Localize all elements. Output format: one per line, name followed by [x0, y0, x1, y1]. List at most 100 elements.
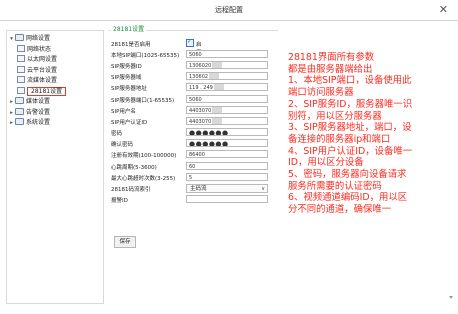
tree-item-label: 告警设置 [26, 108, 51, 116]
redaction-blur [209, 73, 220, 80]
text-field[interactable]: 5060 [186, 94, 268, 103]
annotation-line: 3、SIP服务器地址，端口，设 [288, 122, 412, 134]
tree-item-label: 云平台设置 [27, 66, 58, 74]
save-button[interactable]: 保存 [114, 236, 136, 248]
field-value: ●●●●●● [189, 140, 229, 148]
tree-item-label: 以太网设置 [27, 56, 58, 63]
text-field[interactable]: 4403070 [186, 105, 268, 114]
page-icon [17, 44, 25, 52]
field-value: 5 [189, 174, 193, 181]
page-icon [17, 65, 25, 73]
text-field[interactable]: 119 . 249 [186, 83, 268, 92]
redaction-blur [212, 117, 223, 124]
field-value: 5060 [189, 52, 202, 58]
annotation-line: 服务所需要的认证密码 [288, 180, 382, 192]
expand-icon[interactable]: ▸ [8, 98, 15, 107]
annotation-text: 28181界面所有参数 都是由服务器端给出 1、本地SIP端口，设备使用此 端口访问服… [288, 52, 456, 216]
tree-item[interactable]: 网络状态 [17, 44, 52, 54]
tree-item-label: 网络状态 [27, 45, 52, 53]
check-icon: ✓ [187, 38, 193, 45]
text-field[interactable]: 130602 [186, 72, 268, 81]
annotation-line: 备连接的服务器ip和端口 [288, 133, 391, 145]
annotation-line: 端口访问服务器 [288, 87, 354, 99]
panel-title: 28181设置 [111, 24, 147, 33]
tree-item-label: 流媒体设置 [27, 77, 58, 84]
password-field[interactable]: ●●●●●● [186, 139, 268, 148]
text-field[interactable]: 4403070 [186, 116, 268, 125]
field-label: 本地SIP端口(1025-65535) [111, 53, 180, 59]
annotation-line: 4、SIP用户认证ID，设备唯一 [288, 145, 413, 157]
annotation-line: ID，用以区分设备 [288, 157, 364, 169]
field-value: 4403070 [189, 118, 212, 125]
field-value: 1306020 [189, 63, 212, 70]
annotation-line: 别符，用以区分服务器 [288, 110, 382, 122]
field-label: SIP服务器端口(1-65535) [111, 97, 175, 104]
tree-item[interactable]: 以太网设置 [17, 55, 57, 64]
collapse-icon[interactable]: ▾ [8, 35, 15, 44]
page-icon [17, 86, 25, 94]
annotation-line: 5、密码，服务器向设备请求 [288, 169, 407, 181]
field-label: 确认密码 [111, 142, 134, 149]
field-label: 28181码流索引 [111, 186, 151, 193]
field-label: 最大心跳超时次数(3-255) [111, 175, 176, 182]
field-value: 119 . 249 [189, 85, 213, 92]
field-value: ●●●●●● [189, 129, 229, 137]
tree-item[interactable]: ▾ 网络设置 [8, 34, 50, 43]
settings-panel: 28181设置 28181是否启用 ✓ 启用 本地SIP端口(1025-6553… [108, 24, 278, 248]
folder-icon [15, 34, 24, 41]
field-label: 报警ID [111, 197, 128, 204]
folder-icon [15, 97, 24, 104]
field-value: 5060 [189, 96, 202, 103]
expand-icon[interactable]: ▸ [8, 119, 15, 128]
window-title: 远程配置 [215, 6, 243, 14]
redaction-blur [213, 84, 224, 91]
tree-item[interactable]: 云平台设置 [17, 65, 58, 75]
field-label: SIP服务器ID [111, 64, 142, 71]
annotation-line: 都是由服务器端给出 [288, 63, 373, 75]
scroll-arrow-icon [449, 296, 453, 299]
tree-item[interactable]: ▸ 告警设置 [8, 107, 51, 118]
text-field[interactable]: 1306020 [186, 61, 268, 70]
enable-label: 28181是否启用 [111, 42, 151, 48]
annotation-line: 2、SIP服务ID，服务器唯一识 [288, 98, 413, 110]
password-field[interactable]: ●●●●●● [186, 128, 268, 137]
tree-item[interactable]: ▸ 媒体设置 [8, 97, 50, 106]
tree-item[interactable]: 28181设置 [17, 86, 67, 96]
tree-item[interactable]: 流媒体设置 [17, 76, 57, 85]
annotation-line: 1、本地SIP端口，设备使用此 [288, 75, 412, 87]
annotation-line: 分不同的通道，确保唯一 [288, 204, 392, 216]
tree-item-label: 系统设置 [26, 119, 51, 126]
chevron-down-icon: ∨ [261, 185, 265, 192]
text-field[interactable]: 5060 [186, 50, 268, 58]
field-label: SIP用户名 [111, 108, 136, 115]
text-field[interactable]: 5 [186, 172, 268, 181]
folder-icon [15, 118, 24, 125]
select-value: 主码流 [190, 185, 207, 192]
close-icon[interactable]: ✕ [439, 3, 448, 16]
field-label: 注册有效期(100-100000) [111, 153, 177, 160]
tree-item-label: 网络设置 [26, 35, 51, 42]
text-field[interactable]: 86400 [186, 150, 268, 159]
field-value: 4403070 [189, 107, 212, 114]
annotation-line: 28181界面所有参数 [288, 52, 375, 63]
stream-index-select[interactable]: 主码流 ∨ [186, 183, 268, 193]
redaction-blur [212, 106, 223, 113]
tree-item-label: 28181设置 [27, 86, 67, 96]
field-label: SIP用户认证ID [111, 119, 148, 126]
field-value: 60 [189, 163, 196, 170]
tree-item[interactable]: ▸ 系统设置 [8, 118, 50, 127]
page-icon [17, 55, 25, 62]
text-field[interactable]: 60 [186, 161, 268, 170]
enable-checkbox[interactable]: ✓ [186, 38, 194, 47]
field-label: SIP服务器域 [111, 75, 142, 82]
field-label: 心跳周期(5-3600) [111, 164, 157, 171]
title-bar: 远程配置 ✕ [0, 0, 458, 21]
field-value: 86400 [189, 152, 205, 159]
annotation-line: 6、视频通道编码ID，用以区 [288, 192, 408, 204]
field-label: SIP服务器地址 [111, 86, 147, 93]
field-label: 密码 [111, 131, 123, 138]
field-value: 130602 [189, 74, 209, 81]
expand-icon[interactable]: ▸ [8, 109, 15, 118]
tree-item-label: 媒体设置 [26, 98, 51, 105]
text-field[interactable] [186, 194, 268, 203]
